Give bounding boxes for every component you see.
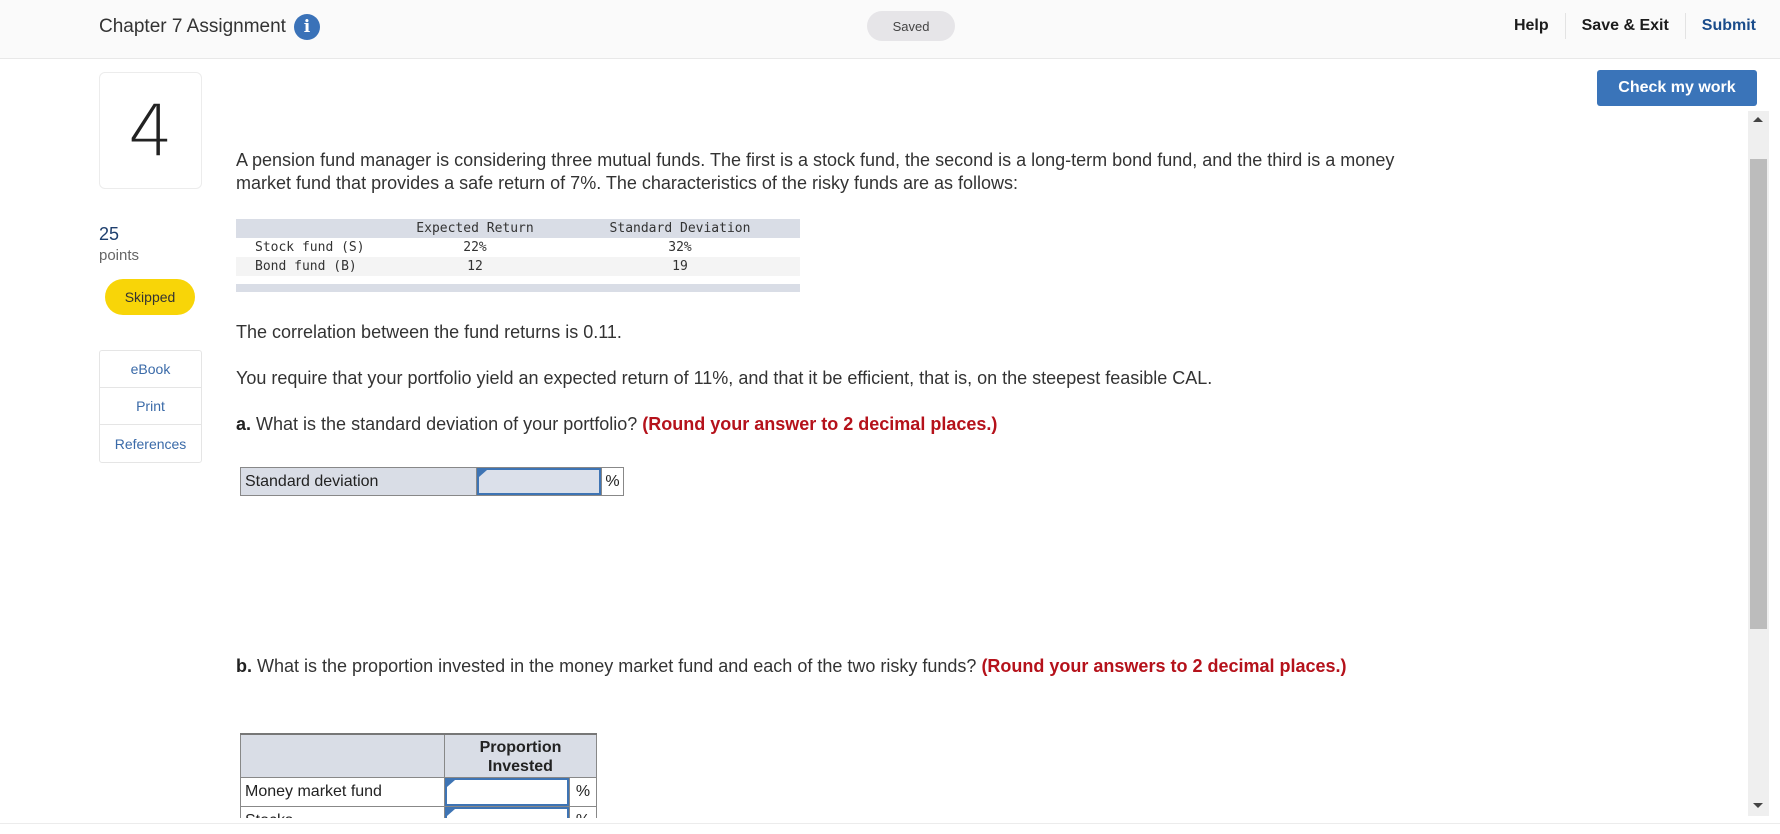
std-dev-label: Standard deviation [241,468,477,495]
header-proportion-invested: Proportion Invested [479,739,562,775]
std-dev: 19 [672,259,688,274]
scroll-down-arrow-icon[interactable] [1753,803,1763,808]
scrollbar-thumb[interactable] [1750,159,1767,629]
table-row: Money market fund % [240,778,597,807]
page: Chapter 7 Assignment i Saved Help Save &… [0,0,1780,818]
part-b-text: What is the proportion invested in the m… [257,656,977,676]
fund-table: Expected Return Standard Deviation Stock… [236,219,800,292]
question-number: 4 [99,72,202,189]
stocks-input[interactable] [445,807,569,818]
footer-divider [0,823,1780,824]
expected-return: 12 [467,259,483,274]
input-flag-icon [479,470,487,477]
references-link[interactable]: References [100,425,201,462]
vertical-scrollbar[interactable] [1748,111,1769,816]
table-footer [236,284,800,292]
proportion-table-header: Proportion Invested [240,735,597,778]
fund-name: Bond fund (B) [255,259,357,274]
part-b-prompt: b. What is the proportion invested in th… [236,655,1396,678]
help-link[interactable]: Help [1498,13,1565,39]
part-b-label: b. [236,656,252,676]
part-a-label: a. [236,414,252,434]
part-a-instruction: (Round your answer to 2 decimal places.) [642,414,998,434]
percent-unit: % [569,778,596,806]
header-expected-return: Expected Return [416,221,534,236]
part-a-prompt: a. What is the standard deviation of you… [236,413,1416,436]
save-status-badge: Saved [867,11,955,41]
header-nav: Help Save & Exit Submit [1498,13,1760,39]
std-dev-input[interactable] [477,468,601,495]
header-std-dev: Standard Deviation [609,221,751,236]
resource-links: eBook Print References [99,350,202,463]
part-a-text: What is the standard deviation of your p… [256,414,638,434]
ebook-link[interactable]: eBook [100,351,201,388]
check-my-work-button[interactable]: Check my work [1597,70,1757,106]
scroll-up-arrow-icon[interactable] [1753,117,1763,122]
requirement-text: You require that your portfolio yield an… [236,368,1213,388]
assignment-title: Chapter 7 Assignment i [99,14,320,40]
fund-table-header: Expected Return Standard Deviation [236,219,800,238]
correlation-text: The correlation between the fund returns… [236,322,622,342]
save-exit-link[interactable]: Save & Exit [1564,13,1685,39]
std-dev-answer-table: Standard deviation % [240,467,624,496]
status-badge: Skipped [105,279,195,315]
table-row: Stocks % [240,807,597,818]
proportion-answer-table: Proportion Invested Money market fund % … [240,733,597,818]
table-row: Stock fund (S) 22% 32% [236,238,800,257]
print-link[interactable]: Print [100,388,201,425]
percent-unit: % [569,807,596,818]
input-flag-icon [447,780,455,787]
table-row: Bond fund (B) 12 19 [236,257,800,276]
points-label: points [99,247,140,264]
expected-return: 22% [463,240,487,255]
money-market-input[interactable] [445,778,569,806]
row-label: Money market fund [241,778,445,806]
fund-name: Stock fund (S) [255,240,365,255]
input-flag-icon [447,809,455,816]
percent-unit: % [601,468,623,495]
question-intro: A pension fund manager is considering th… [236,150,1395,193]
submit-link[interactable]: Submit [1684,13,1760,39]
assignment-title-text: Chapter 7 Assignment [99,16,286,37]
header-blank [241,735,445,777]
points-value: 25 [99,224,120,244]
part-b-instruction: (Round your answers to 2 decimal places.… [981,656,1347,676]
info-icon[interactable]: i [293,14,320,40]
row-label: Stocks [241,807,445,818]
top-bar: Chapter 7 Assignment i Saved Help Save &… [0,0,1780,59]
std-dev: 32% [668,240,692,255]
